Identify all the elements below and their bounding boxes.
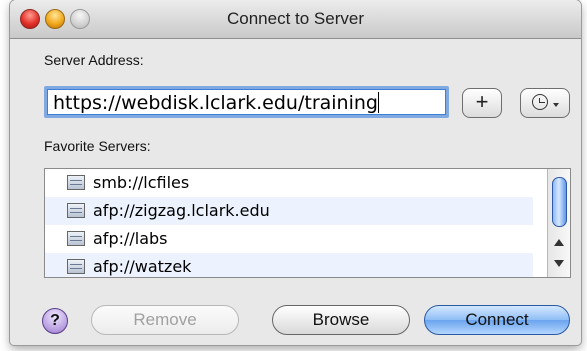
list-item-label: smb://lcfiles (93, 173, 190, 192)
title-bar[interactable]: Connect to Server (10, 0, 581, 39)
network-server-icon (67, 259, 85, 274)
network-server-icon (67, 203, 85, 218)
list-item[interactable]: smb://lcfiles (45, 169, 533, 197)
list-item[interactable]: afp://labs (45, 225, 533, 253)
browse-button[interactable]: Browse (272, 305, 410, 335)
list-item-label: afp://labs (93, 229, 168, 248)
connect-to-server-window: Connect to Server Server Address: https:… (10, 0, 581, 345)
list-item[interactable]: afp://watzek (45, 253, 533, 277)
favorite-servers-label: Favorite Servers: (44, 138, 151, 154)
server-address-input[interactable]: https://webdisk.lclark.edu/training (44, 86, 449, 118)
text-caret (377, 92, 379, 113)
list-scrollbar[interactable] (547, 169, 570, 277)
scrollbar-thumb[interactable] (552, 177, 567, 227)
favorite-servers-list[interactable]: smb://lcfiles afp://zigzag.lclark.edu af… (44, 168, 571, 278)
connect-button[interactable]: Connect (424, 305, 570, 335)
clock-icon (532, 94, 548, 110)
remove-button[interactable]: Remove (91, 305, 239, 335)
scroll-down-arrow-icon[interactable] (554, 260, 564, 267)
list-item[interactable]: afp://zigzag.lclark.edu (45, 197, 533, 225)
list-item-label: afp://zigzag.lclark.edu (93, 201, 270, 220)
server-address-value: https://webdisk.lclark.edu/training (53, 92, 378, 114)
server-address-label: Server Address: (44, 52, 144, 68)
recent-servers-button[interactable] (520, 88, 570, 118)
network-server-icon (67, 231, 85, 246)
window-title: Connect to Server (226, 9, 364, 28)
add-favorite-button[interactable]: + (462, 88, 502, 118)
help-button[interactable]: ? (42, 308, 68, 334)
scroll-up-arrow-icon[interactable] (554, 239, 564, 246)
network-server-icon (67, 175, 85, 190)
chevron-down-icon (553, 103, 559, 107)
list-item-label: afp://watzek (93, 257, 192, 276)
